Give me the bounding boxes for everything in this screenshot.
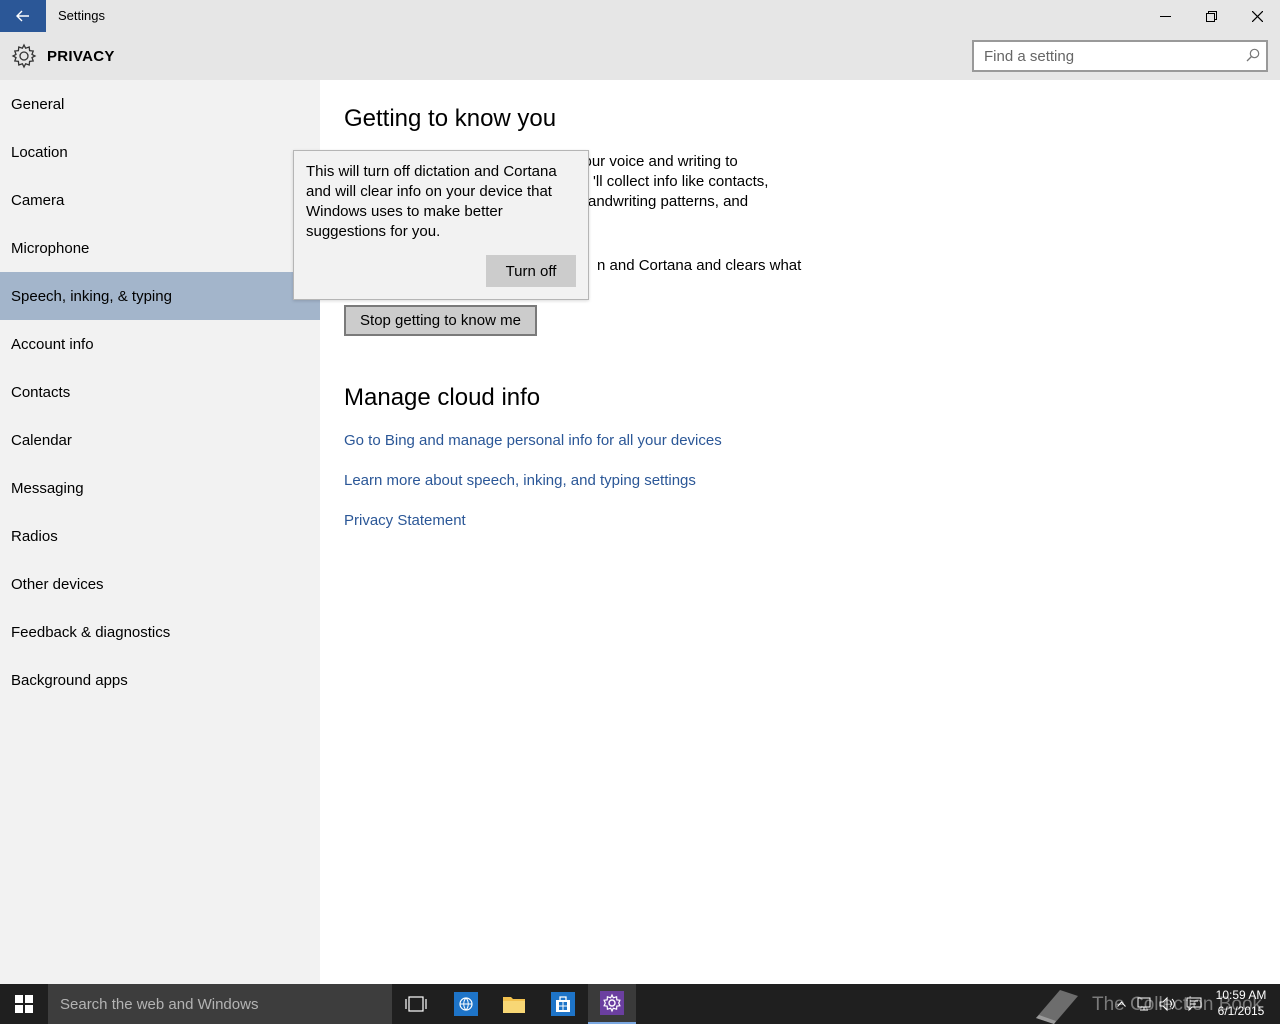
minimize-icon bbox=[1159, 15, 1171, 17]
settings-search-input[interactable] bbox=[974, 42, 1224, 70]
task-view-button[interactable] bbox=[392, 984, 440, 1024]
folder-icon bbox=[503, 997, 525, 1013]
stop-getting-to-know-me-button[interactable]: Stop getting to know me bbox=[344, 305, 537, 336]
task-view-icon bbox=[405, 996, 427, 1012]
sidebar-item-contacts[interactable]: Contacts bbox=[0, 368, 320, 416]
sidebar-item-calendar[interactable]: Calendar bbox=[0, 416, 320, 464]
turn-off-button[interactable]: Turn off bbox=[486, 255, 576, 287]
sidebar-item-general[interactable]: General bbox=[0, 80, 320, 128]
sidebar-item-account-info[interactable]: Account info bbox=[0, 320, 320, 368]
taskbar-browser-button[interactable] bbox=[442, 984, 490, 1024]
restore-button[interactable] bbox=[1188, 0, 1234, 32]
window-title: Settings bbox=[58, 8, 105, 23]
sidebar: General Location Camera Microphone Speec… bbox=[0, 80, 320, 984]
taskbar-settings-button[interactable] bbox=[588, 984, 636, 1024]
clock-date: 6/1/2015 bbox=[1217, 1004, 1265, 1018]
windows-logo-icon bbox=[15, 995, 33, 1013]
sidebar-item-microphone[interactable]: Microphone bbox=[0, 224, 320, 272]
gear-icon bbox=[11, 43, 37, 69]
page-header: PRIVACY bbox=[0, 32, 1280, 80]
restore-icon bbox=[1205, 10, 1217, 22]
volume-tray-button[interactable] bbox=[1156, 984, 1180, 1024]
sidebar-item-camera[interactable]: Camera bbox=[0, 176, 320, 224]
chevron-up-icon bbox=[1116, 1001, 1126, 1007]
sidebar-item-speech-inking-typing[interactable]: Speech, inking, & typing bbox=[0, 272, 320, 320]
settings-gear-icon bbox=[600, 991, 624, 1015]
bing-personal-info-link[interactable]: Go to Bing and manage personal info for … bbox=[344, 432, 722, 449]
clock-time: 10:59 AM bbox=[1215, 988, 1267, 1002]
globe-icon bbox=[454, 992, 478, 1016]
learn-more-link[interactable]: Learn more about speech, inking, and typ… bbox=[344, 472, 696, 489]
sidebar-item-background-apps[interactable]: Background apps bbox=[0, 656, 320, 704]
network-tray-button[interactable] bbox=[1132, 984, 1156, 1024]
speaker-icon bbox=[1159, 996, 1175, 1012]
page-title: PRIVACY bbox=[47, 48, 115, 65]
sidebar-item-other-devices[interactable]: Other devices bbox=[0, 560, 320, 608]
section-title-getting-to-know-you: Getting to know you bbox=[344, 105, 557, 132]
back-arrow-icon bbox=[16, 10, 29, 22]
taskbar: Search the web and Windows The Collectio… bbox=[0, 984, 1280, 1024]
sidebar-item-radios[interactable]: Radios bbox=[0, 512, 320, 560]
taskbar-clock[interactable]: 10:59 AM 6/1/2015 bbox=[1210, 987, 1272, 1019]
section-title-manage-cloud-info: Manage cloud info bbox=[344, 384, 541, 411]
taskbar-store-button[interactable] bbox=[539, 984, 587, 1024]
flyout-message: This will turn off dictation and Cortana… bbox=[306, 163, 557, 240]
turn-off-confirmation-flyout: This will turn off dictation and Cortana… bbox=[293, 150, 589, 300]
notification-icon bbox=[1186, 997, 1202, 1012]
sidebar-item-messaging[interactable]: Messaging bbox=[0, 464, 320, 512]
action-center-button[interactable] bbox=[1182, 984, 1206, 1024]
privacy-statement-link[interactable]: Privacy Statement bbox=[344, 512, 466, 529]
book-icon bbox=[1036, 990, 1078, 1024]
sidebar-item-location[interactable]: Location bbox=[0, 128, 320, 176]
back-button[interactable] bbox=[0, 0, 46, 32]
show-hidden-icons-button[interactable] bbox=[1112, 984, 1130, 1024]
settings-search-box[interactable] bbox=[972, 40, 1268, 72]
start-button[interactable] bbox=[0, 984, 48, 1024]
search-icon[interactable] bbox=[1246, 48, 1260, 62]
taskbar-file-explorer-button[interactable] bbox=[490, 984, 538, 1024]
sidebar-item-feedback-diagnostics[interactable]: Feedback & diagnostics bbox=[0, 608, 320, 656]
title-bar: Settings bbox=[0, 0, 1280, 32]
network-icon bbox=[1137, 997, 1151, 1011]
minimize-button[interactable] bbox=[1142, 0, 1188, 32]
close-button[interactable] bbox=[1234, 0, 1280, 32]
close-icon bbox=[1251, 10, 1263, 22]
store-icon bbox=[551, 992, 575, 1016]
taskbar-search-box[interactable]: Search the web and Windows bbox=[48, 984, 392, 1024]
